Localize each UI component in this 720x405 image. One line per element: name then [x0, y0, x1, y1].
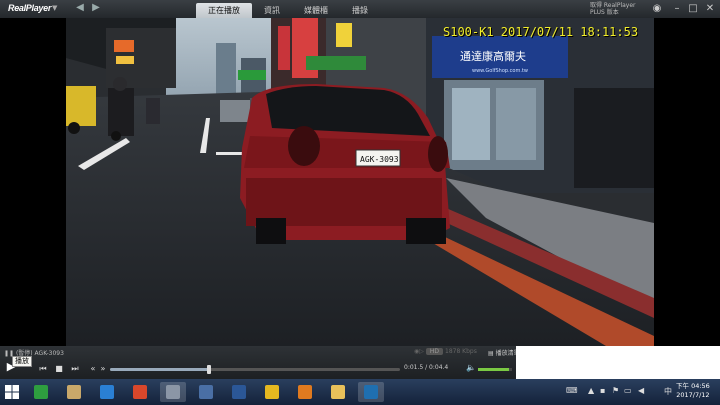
back-arrow-icon[interactable]: ◀ [74, 2, 86, 14]
playlist-panel[interactable] [516, 346, 720, 379]
previous-icon[interactable]: ⏮ [38, 364, 48, 374]
taskbar-app-ie[interactable] [94, 382, 120, 402]
taskbar-app-realplayer[interactable] [358, 382, 384, 402]
taskbar: ⌨ ▲ ▪ ⚑ ▭ ◀ 中 下午 04:56 2017/7/12 [0, 379, 720, 405]
ime-indicator[interactable]: 中 [664, 386, 672, 397]
word-icon [232, 385, 246, 399]
store-icon [34, 385, 48, 399]
tab-now-playing[interactable]: 正在播放 [196, 3, 252, 18]
taskbar-app-chrome[interactable] [259, 382, 285, 402]
keyboard-icon[interactable]: ⌨ [566, 386, 578, 395]
eye-icon[interactable]: ◉ [650, 2, 664, 15]
video-canvas[interactable]: 通達康高爾夫 www.GolfShop.com.tw AGK-3093 S100… [0, 18, 720, 346]
seek-bar[interactable] [110, 365, 400, 374]
taskbar-app-store[interactable] [28, 382, 54, 402]
upgrade-line2: PLUS 版本 [590, 9, 619, 16]
taskbar-app-files[interactable] [61, 382, 87, 402]
fast-forward-icon[interactable]: » [98, 364, 108, 374]
play-tooltip: 播放 [12, 356, 32, 367]
taskbar-app-screen[interactable] [193, 382, 219, 402]
next-icon[interactable]: ⏭ [70, 364, 80, 374]
ie-icon [100, 385, 114, 399]
maximize-button[interactable]: □ [686, 2, 700, 15]
network-icon[interactable]: ▪ [600, 386, 605, 395]
chrome-icon [265, 385, 279, 399]
files-icon [67, 385, 81, 399]
clock-time: 下午 04:56 [676, 382, 710, 390]
picasa-icon [133, 385, 147, 399]
video-frame: 通達康高爾夫 www.GolfShop.com.tw AGK-3093 [66, 18, 654, 346]
tab-info[interactable]: 資訊 [252, 3, 292, 18]
seek-progress [110, 368, 209, 371]
bitrate-text: 1878 Kbps [445, 348, 477, 355]
hd-pill[interactable]: HD [425, 348, 443, 355]
volume-slider[interactable] [478, 368, 512, 371]
game-icon [298, 385, 312, 399]
shop-sign-url: www.GolfShop.com.tw [472, 68, 528, 74]
speaker-icon[interactable]: 🔈 [466, 363, 476, 372]
license-plate: AGK-3093 [360, 155, 399, 164]
flag-icon[interactable]: ⚑ [612, 386, 619, 395]
clock-date: 2017/7/12 [676, 391, 710, 399]
control-bar: ❚❚ (暫停) AGK-3093 ◉▷ HD 1878 Kbps ▤ 播放清單 ▶ … [0, 346, 720, 379]
taskbar-app-picasa[interactable] [127, 382, 153, 402]
system-clock[interactable]: 下午 04:56 2017/7/12 [676, 382, 710, 400]
minimize-button[interactable]: – [670, 2, 684, 15]
seek-handle[interactable] [206, 365, 211, 374]
volume-tray-icon[interactable]: ◀ [638, 386, 644, 395]
volume-level [478, 368, 509, 371]
tray-arrow-icon[interactable]: ▲ [588, 386, 594, 395]
app-logo[interactable]: RealPlayer [8, 3, 51, 13]
tab-library[interactable]: 媒體櫃 [292, 3, 340, 18]
playlist-button[interactable]: ▤ 播放清單 [488, 348, 520, 357]
taskbar-app-game[interactable] [292, 382, 318, 402]
taskbar-app-folder[interactable] [325, 382, 351, 402]
shop-sign-text: 通達康高爾夫 [460, 49, 526, 63]
tab-burn[interactable]: 播錄 [340, 3, 380, 18]
windows-start-icon[interactable] [4, 384, 20, 400]
time-display: 0:01.5 / 0:04.4 [404, 364, 449, 371]
upgrade-line1: 取得 RealPlayer [590, 2, 636, 9]
screen-icon [199, 385, 213, 399]
taskbar-app-word[interactable] [226, 382, 252, 402]
close-button[interactable]: ✕ [703, 2, 717, 15]
media-icon [166, 385, 180, 399]
rewind-icon[interactable]: « [88, 364, 98, 374]
chevron-down-icon[interactable]: ▼ [52, 4, 57, 12]
upgrade-link[interactable]: 取得 RealPlayer PLUS 版本 [590, 2, 636, 16]
screen-icon[interactable]: ▭ [624, 386, 632, 395]
dashcam-timestamp: S100-K1 2017/07/11 18:11:53 [443, 25, 639, 39]
title-bar: RealPlayer ▼ ◀ ▶ 正在播放 資訊 媒體櫃 播錄 取得 RealP… [0, 0, 720, 18]
forward-arrow-icon[interactable]: ▶ [90, 2, 102, 14]
stop-icon[interactable]: ■ [54, 364, 64, 374]
realplayer-icon [364, 385, 378, 399]
taskbar-app-media[interactable] [160, 382, 186, 402]
quality-indicator: ◉▷ HD 1878 Kbps [414, 348, 477, 355]
folder-icon [331, 385, 345, 399]
tab-bar: 正在播放 資訊 媒體櫃 播錄 [196, 3, 380, 18]
